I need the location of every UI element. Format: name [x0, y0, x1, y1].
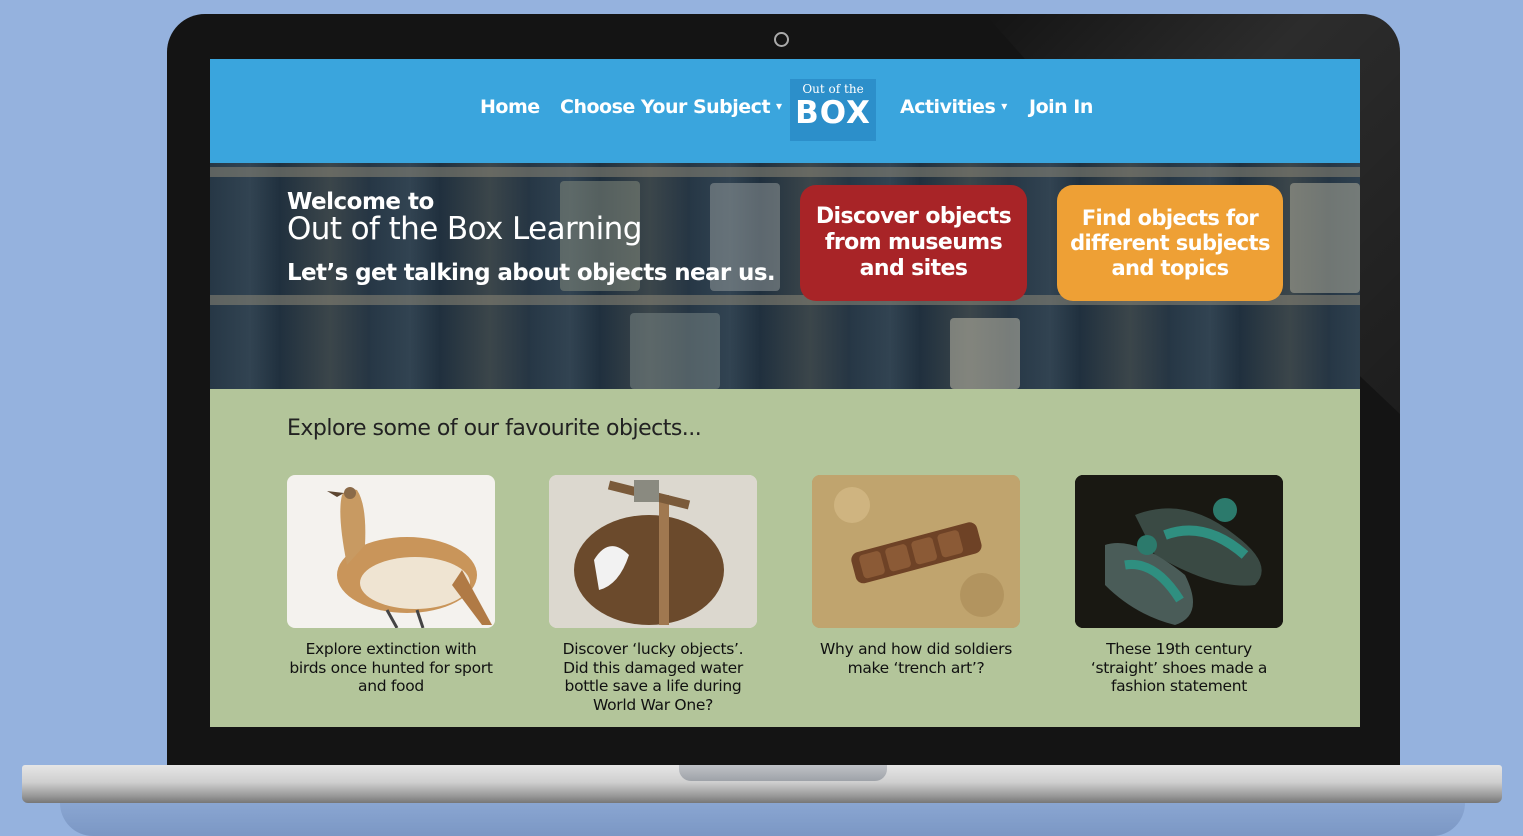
object-card[interactable]: These 19th century ‘straight’ shoes made…: [1075, 475, 1283, 696]
laptop-screen: Home Choose Your Subject ▾ Out of the BOX…: [210, 59, 1360, 727]
object-card[interactable]: Explore extinction with birds once hunte…: [287, 475, 495, 696]
object-card[interactable]: Discover ‘lucky objects’. Did this damag…: [549, 475, 757, 714]
laptop-base-shadow: [60, 803, 1465, 836]
card-caption: These 19th century ‘straight’ shoes made…: [1090, 640, 1268, 695]
hero-title: Out of the Box Learning: [287, 211, 642, 247]
hero-tagline: Let’s get talking about objects near us.: [287, 260, 776, 286]
nav-home-link[interactable]: Home: [480, 96, 540, 118]
shelf-decoration: [210, 167, 1360, 177]
laptop-hinge-notch: [679, 765, 887, 781]
logo-top-text: Out of the: [802, 82, 864, 96]
card-caption: Why and how did soldiers make ‘trench ar…: [820, 640, 1012, 677]
chevron-down-icon: ▾: [1001, 99, 1007, 113]
water-bottle-illustration: [549, 475, 757, 628]
favourites-heading: Explore some of our favourite objects...: [287, 416, 702, 441]
object-card[interactable]: Why and how did soldiers make ‘trench ar…: [812, 475, 1020, 677]
shoes-photo: [1075, 475, 1283, 628]
nav-join-in-link[interactable]: Join In: [1029, 96, 1093, 118]
find-subjects-button[interactable]: Find objects for different subjects and …: [1057, 185, 1283, 301]
tin-decoration: [1290, 183, 1360, 293]
nav-activities-link[interactable]: Activities ▾: [900, 96, 1007, 118]
nav-choose-subject-label: Choose Your Subject: [560, 96, 771, 118]
card-caption: Discover ‘lucky objects’. Did this damag…: [562, 640, 744, 714]
discover-museums-button[interactable]: Discover objects from museums and sites: [800, 185, 1027, 301]
trench-art-photo: [812, 475, 1020, 628]
water-bottle-photo: [549, 475, 757, 628]
site-logo[interactable]: Out of the BOX: [790, 79, 876, 141]
bird-illustration: [327, 487, 492, 628]
trench-art-illustration: [812, 475, 1020, 628]
webcam-icon: [774, 32, 789, 47]
bird-photo: [287, 475, 495, 628]
shoes-illustration: [1075, 475, 1283, 628]
tin-decoration: [630, 313, 720, 389]
tin-decoration: [950, 318, 1020, 389]
nav-activities-label: Activities: [900, 96, 996, 118]
chevron-down-icon: ▾: [776, 99, 782, 113]
card-caption: Explore extinction with birds once hunte…: [289, 640, 493, 695]
logo-main-text: BOX: [795, 95, 871, 131]
nav-bar: Home Choose Your Subject ▾ Out of the BOX…: [210, 59, 1360, 163]
hero-banner: Welcome to Out of the Box Learning Let’s…: [210, 163, 1360, 389]
nav-choose-subject-link[interactable]: Choose Your Subject ▾: [560, 96, 782, 118]
